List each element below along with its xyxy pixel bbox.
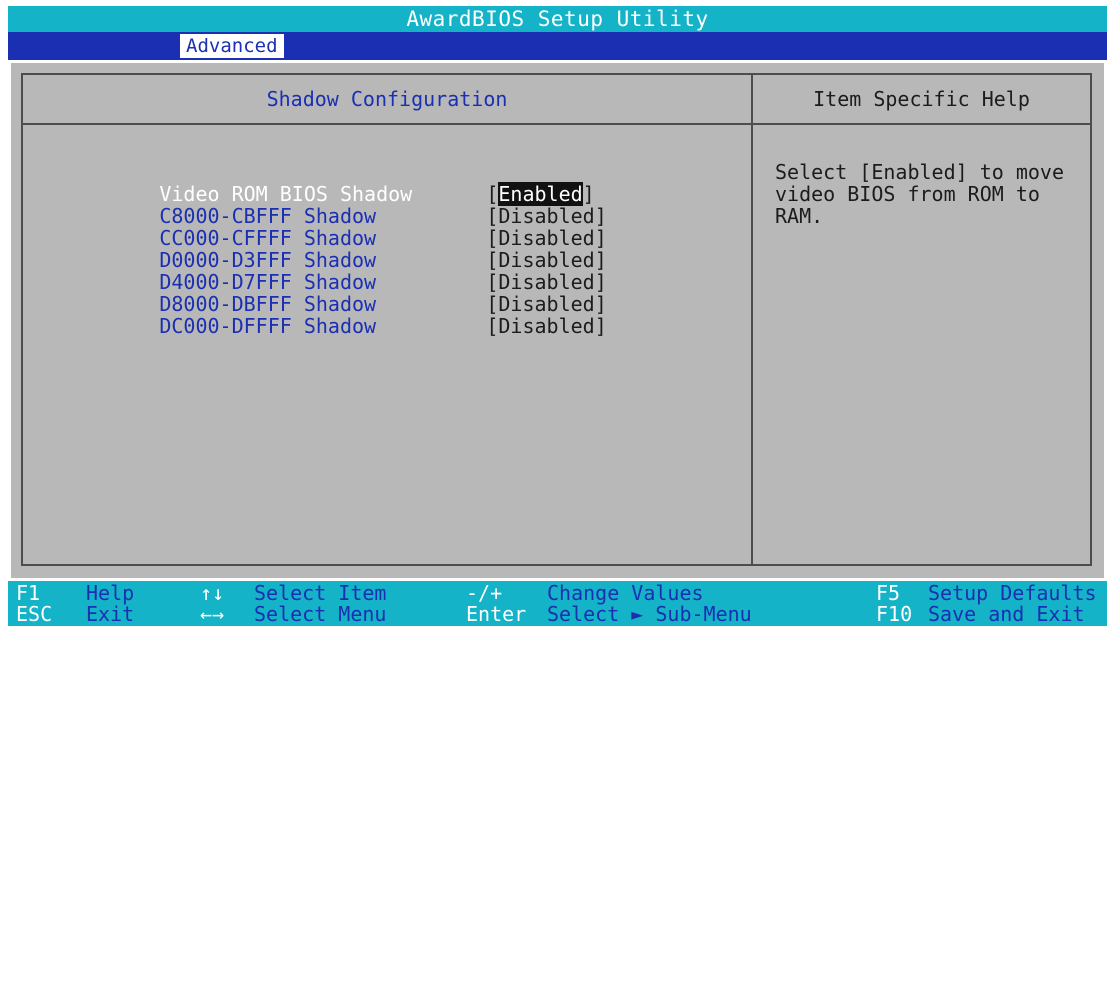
key-minus-plus-action: Change Values xyxy=(547,581,704,605)
setting-label: Video ROM BIOS Shadow xyxy=(159,182,413,206)
app-title: AwardBIOS Setup Utility xyxy=(406,7,709,31)
title-bar: AwardBIOS Setup Utility xyxy=(8,6,1107,32)
setting-value[interactable]: [Disabled] xyxy=(486,292,606,316)
settings-panel: Video ROM BIOS Shadow [Enabled] C8000-CBF… xyxy=(21,125,753,566)
key-f5-action: Setup Defaults xyxy=(928,581,1097,605)
help-panel-title: Item Specific Help xyxy=(753,73,1092,125)
setting-value-text: Disabled xyxy=(498,270,595,294)
key-left-right: ←→ xyxy=(200,602,225,626)
setting-value[interactable]: [Disabled] xyxy=(486,226,606,250)
key-esc-action: Exit xyxy=(86,602,135,626)
setting-value[interactable]: [Disabled] xyxy=(486,314,606,338)
key-f1: F1 xyxy=(16,581,41,605)
key-legend-bar: F1 Help ESC Exit ↑↓ Select Item ←→ Selec… xyxy=(8,581,1107,626)
setting-video-rom-bios-shadow[interactable]: Video ROM BIOS Shadow [Enabled] xyxy=(63,161,607,206)
setting-label: DC000-DFFFF Shadow xyxy=(159,314,377,338)
setting-value-text: Enabled xyxy=(498,182,583,206)
key-esc: ESC xyxy=(16,602,53,626)
key-enter-action: Select ► Sub-Menu xyxy=(547,602,752,626)
key-enter: Enter xyxy=(466,602,527,626)
key-f5: F5 xyxy=(876,581,901,605)
setting-value-text: Disabled xyxy=(498,314,595,338)
setting-value[interactable]: [Enabled] xyxy=(486,182,595,206)
key-f10: F10 xyxy=(876,602,913,626)
setting-label: D0000-D3FFF Shadow xyxy=(159,248,377,272)
tab-advanced[interactable]: Advanced xyxy=(180,34,284,58)
settings-list: Video ROM BIOS Shadow [Enabled] C8000-CBF… xyxy=(63,161,607,337)
shadow-config-title: Shadow Configuration xyxy=(21,73,753,125)
setting-value-text: Disabled xyxy=(498,248,595,272)
key-left-right-action: Select Menu xyxy=(254,602,387,626)
setting-value[interactable]: [Disabled] xyxy=(486,248,606,272)
setting-value[interactable]: [Disabled] xyxy=(486,270,606,294)
key-f1-action: Help xyxy=(86,581,135,605)
setting-label: D4000-D7FFF Shadow xyxy=(159,270,377,294)
help-text: Select [Enabled] to move video BIOS from… xyxy=(775,160,1064,228)
setting-value-text: Disabled xyxy=(498,292,595,316)
setting-label: CC000-CFFFF Shadow xyxy=(159,226,377,250)
setting-value-text: Disabled xyxy=(498,226,595,250)
menu-bar: Advanced xyxy=(8,32,1107,60)
main-panel: Shadow Configuration Item Specific Help … xyxy=(8,60,1107,581)
key-up-down: ↑↓ xyxy=(200,581,225,605)
setting-value-text: Disabled xyxy=(498,204,595,228)
setting-label: C8000-CBFFF Shadow xyxy=(159,204,377,228)
key-f10-action: Save and Exit xyxy=(928,602,1085,626)
help-panel: Select [Enabled] to move video BIOS from… xyxy=(753,125,1092,566)
key-minus-plus: -/+ xyxy=(466,581,503,605)
setting-value[interactable]: [Disabled] xyxy=(486,204,606,228)
setting-label: D8000-DBFFF Shadow xyxy=(159,292,377,316)
key-up-down-action: Select Item xyxy=(254,581,387,605)
